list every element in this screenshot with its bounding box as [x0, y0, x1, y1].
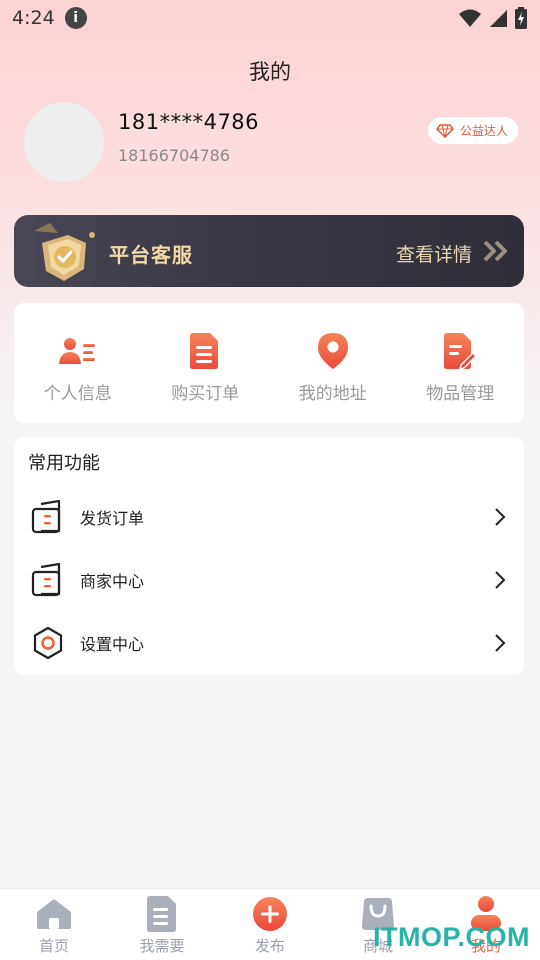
status-bar: 4:24 i: [0, 0, 540, 36]
location-pin-icon: [317, 333, 348, 369]
plus-circle-icon: [253, 897, 287, 931]
document-icon: [147, 896, 176, 932]
function-row-settings-center[interactable]: 设置中心: [14, 618, 524, 668]
quick-action-personal-info[interactable]: 个人信息: [14, 303, 142, 423]
chevron-right-icon: [495, 571, 506, 589]
service-title: 平台客服: [109, 243, 193, 267]
tab-label: 首页: [38, 937, 69, 955]
tab-home[interactable]: 首页: [0, 889, 108, 960]
status-badge[interactable]: 公益达人: [427, 117, 518, 144]
home-icon: [37, 899, 71, 929]
tab-i-need[interactable]: 我需要: [108, 889, 216, 960]
quick-action-label: 我的地址: [298, 384, 367, 404]
function-row-shipping-orders[interactable]: 发货订单: [14, 492, 524, 542]
double-chevron-right-icon: [483, 240, 507, 262]
common-functions-card: 常用功能 发货订单 商家中心 设置中心: [14, 437, 524, 675]
info-icon: i: [64, 7, 87, 29]
function-label: 发货订单: [80, 509, 145, 528]
function-label: 商家中心: [80, 572, 145, 591]
function-label: 设置中心: [80, 635, 145, 654]
edit-document-icon: [444, 333, 477, 369]
service-detail-link[interactable]: 查看详情: [396, 240, 472, 267]
tab-label: 发布: [254, 937, 285, 955]
quick-action-my-address[interactable]: 我的地址: [269, 303, 397, 423]
signal-icon: [490, 10, 507, 27]
shield-check-icon: [34, 223, 95, 281]
wallet-doc-icon: [31, 563, 61, 597]
quick-action-purchase-orders[interactable]: 购买订单: [142, 303, 270, 423]
quick-actions-card: 个人信息 购买订单 我的地址 物品管理: [14, 303, 524, 423]
function-row-merchant-center[interactable]: 商家中心: [14, 555, 524, 605]
quick-action-label: 物品管理: [426, 384, 495, 404]
status-icons: [458, 7, 528, 29]
order-document-icon: [190, 333, 219, 369]
badge-label: 公益达人: [459, 124, 508, 138]
page-title: 我的: [249, 60, 291, 84]
tab-label: 我需要: [139, 937, 185, 955]
platform-service-banner[interactable]: 平台客服 查看详情: [14, 215, 524, 287]
avatar[interactable]: [24, 102, 104, 182]
diamond-icon: [435, 123, 454, 138]
quick-action-label: 个人信息: [43, 384, 112, 404]
status-time: 4:24: [12, 7, 55, 29]
wifi-icon: [459, 9, 481, 27]
wallet-doc-icon: [31, 500, 61, 534]
battery-icon: [515, 7, 527, 29]
chevron-right-icon: [495, 634, 506, 652]
tab-publish[interactable]: 发布: [216, 889, 324, 960]
quick-action-item-management[interactable]: 物品管理: [397, 303, 525, 423]
quick-action-label: 购买订单: [171, 384, 240, 404]
watermark: ITMOP.COM: [372, 922, 530, 952]
full-phone: 18166704786: [118, 146, 230, 165]
user-info-icon: [58, 338, 95, 364]
chevron-right-icon: [495, 508, 506, 526]
masked-phone: 181****4786: [118, 110, 260, 134]
hexagon-settings-icon: [33, 626, 63, 660]
section-title: 常用功能: [28, 453, 100, 474]
